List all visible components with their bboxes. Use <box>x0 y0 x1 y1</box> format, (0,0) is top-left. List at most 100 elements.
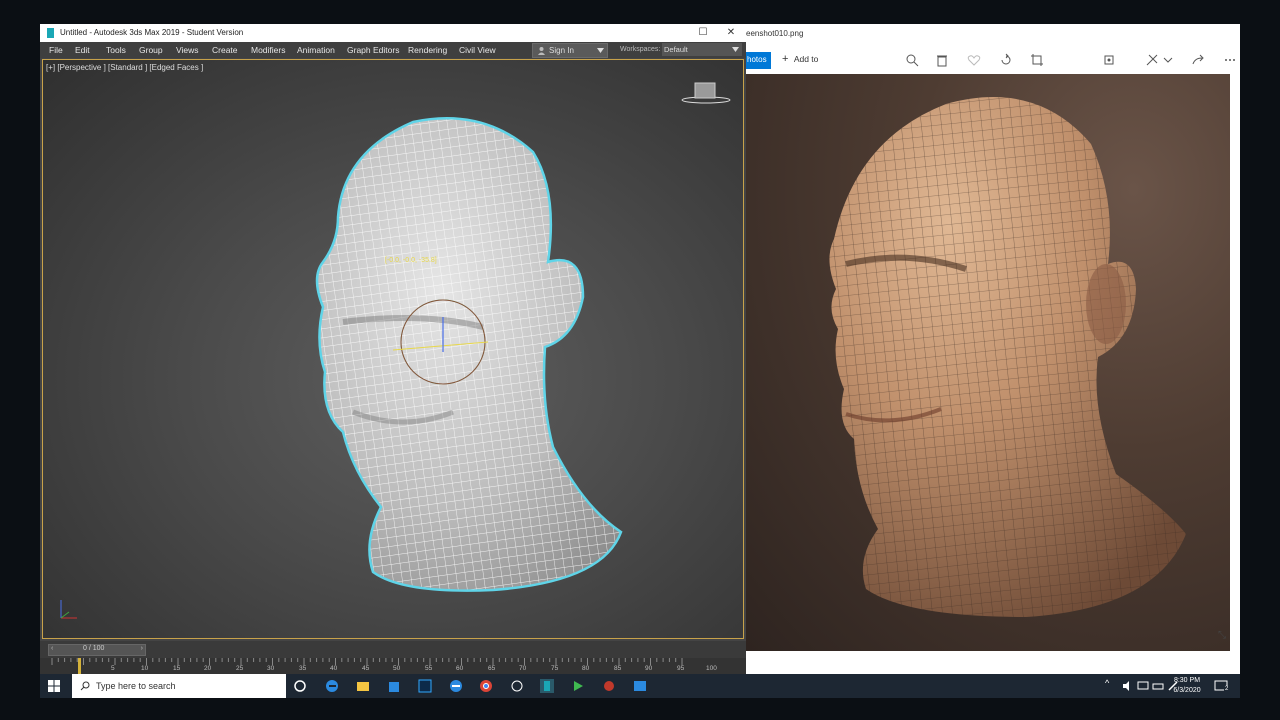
clock-date: 6/3/2020 <box>1173 687 1201 694</box>
tick-label: 15 <box>173 665 181 672</box>
windows-taskbar: Type here to search ^ 8:30 PM 6/3/2020 2 <box>40 674 1240 698</box>
photos-taskbar-icon[interactable] <box>632 678 648 694</box>
frame-ruler[interactable]: 5 10 15 20 25 30 35 40 45 50 55 60 65 70… <box>40 658 746 674</box>
keyboard-icon[interactable] <box>1150 678 1166 694</box>
time-slider[interactable]: ‹ 0 / 100 › <box>48 644 146 656</box>
3dsmax-taskbar-icon[interactable] <box>539 678 555 694</box>
tick-label: 65 <box>488 665 496 672</box>
tick-label: 30 <box>267 665 275 672</box>
time-slider-label: 0 / 100 <box>83 645 105 652</box>
max-window-title: Untitled - Autodesk 3ds Max 2019 - Stude… <box>60 28 244 37</box>
app-icon[interactable] <box>448 678 464 694</box>
tick-label: 90 <box>645 665 653 672</box>
user-icon <box>538 47 545 55</box>
store-icon[interactable] <box>386 678 402 694</box>
share-icon[interactable] <box>1190 52 1206 68</box>
add-to-button[interactable]: + Add to <box>782 53 818 65</box>
menu-graph-editors[interactable]: Graph Editors <box>347 45 399 55</box>
tick-label: 100 <box>706 665 717 672</box>
tick-label: 20 <box>204 665 212 672</box>
recorder-icon[interactable] <box>601 678 617 694</box>
tick-label: 85 <box>614 665 622 672</box>
menu-edit[interactable]: Edit <box>75 45 90 55</box>
chevron-left-icon[interactable]: ‹ <box>51 645 53 652</box>
sign-in-label: Sign In <box>549 46 574 55</box>
sign-in-dropdown[interactable]: Sign In <box>532 43 608 58</box>
3dsmax-app-icon <box>47 28 54 38</box>
tick-label: 40 <box>330 665 338 672</box>
chevron-up-icon[interactable]: ^ <box>1105 678 1121 694</box>
volume-icon[interactable] <box>1120 678 1136 694</box>
clock-time: 8:30 PM <box>1173 677 1201 684</box>
workspace-dropdown[interactable]: Default <box>662 43 742 56</box>
max-titlebar[interactable]: Untitled - Autodesk 3ds Max 2019 - Stude… <box>40 24 746 42</box>
menu-tools[interactable]: Tools <box>106 45 126 55</box>
windows-start-icon[interactable] <box>48 680 60 692</box>
rotate-icon[interactable] <box>998 52 1014 68</box>
search-icon <box>80 681 90 691</box>
slideshow-icon[interactable] <box>1101 52 1117 68</box>
add-to-label: Add to <box>793 54 819 64</box>
photoshop-icon[interactable] <box>417 678 433 694</box>
more-icon[interactable] <box>1222 52 1238 68</box>
heart-icon[interactable] <box>966 52 982 68</box>
photos-window-title: eenshot010.png <box>746 29 804 38</box>
workspace-value: Default <box>664 45 688 54</box>
tick-label: 60 <box>456 665 464 672</box>
zoom-icon[interactable] <box>904 52 920 68</box>
perspective-viewport[interactable]: [+] [Perspective ] [Standard ] [Edged Fa… <box>42 59 744 639</box>
cortana-icon[interactable] <box>292 678 308 694</box>
menu-views[interactable]: Views <box>176 45 199 55</box>
app-icon[interactable] <box>509 678 525 694</box>
viewcube-icon[interactable] <box>681 80 731 106</box>
tick-label: 50 <box>393 665 401 672</box>
search-placeholder: Type here to search <box>96 681 176 691</box>
workspaces-label: Workspaces: <box>620 46 661 53</box>
chevron-right-icon[interactable]: › <box>141 645 143 652</box>
tick-label: 35 <box>299 665 307 672</box>
delete-icon[interactable] <box>934 52 950 68</box>
edge-icon[interactable] <box>324 678 340 694</box>
tick-label: 75 <box>551 665 559 672</box>
menu-group[interactable]: Group <box>139 45 163 55</box>
tick-label: 80 <box>582 665 590 672</box>
menu-create[interactable]: Create <box>212 45 238 55</box>
tick-label: 95 <box>677 665 685 672</box>
head-render-image <box>829 97 1186 618</box>
chevron-down-icon[interactable] <box>1160 52 1176 68</box>
file-explorer-icon[interactable] <box>355 678 371 694</box>
resize-grip-icon[interactable]: ⤡ <box>1218 630 1226 641</box>
tick-label: 45 <box>362 665 370 672</box>
menu-animation[interactable]: Animation <box>297 45 335 55</box>
photos-window: eenshot010.png hotos + Add to ⤡ <box>746 24 1240 674</box>
tick-label: 10 <box>141 665 149 672</box>
axis-tripod-icon <box>60 600 77 619</box>
reference-photo[interactable]: ⤡ <box>746 74 1230 651</box>
time-cursor[interactable] <box>78 658 81 674</box>
maximize-icon[interactable]: ☐ <box>692 26 714 40</box>
crop-icon[interactable] <box>1029 52 1045 68</box>
chevron-down-icon <box>597 48 604 53</box>
viewport-label[interactable]: [+] [Perspective ] [Standard ] [Edged Fa… <box>46 63 203 72</box>
max-menubar: File Edit Tools Group Views Create Modif… <box>40 42 746 58</box>
chevron-down-icon <box>732 47 739 52</box>
transform-coordinate-readout: [-0.0, -0.0, -35.8] <box>385 257 437 264</box>
chrome-icon[interactable] <box>478 678 494 694</box>
network-icon[interactable] <box>1135 678 1151 694</box>
3dsmax-window: Untitled - Autodesk 3ds Max 2019 - Stude… <box>40 24 746 674</box>
close-icon[interactable]: ✕ <box>720 26 742 40</box>
photos-tab[interactable]: hotos <box>746 52 771 69</box>
tick-label: 25 <box>236 665 244 672</box>
taskbar-search-box[interactable]: Type here to search <box>72 674 286 698</box>
menu-rendering[interactable]: Rendering <box>408 45 447 55</box>
timeline: ‹ 0 / 100 › 5 10 15 20 25 30 35 40 45 50… <box>40 641 746 674</box>
media-player-icon[interactable] <box>570 678 586 694</box>
menu-modifiers[interactable]: Modifiers <box>251 45 285 55</box>
menu-file[interactable]: File <box>49 45 63 55</box>
tick-label: 5 <box>111 665 115 672</box>
tick-label: 70 <box>519 665 527 672</box>
taskbar-clock[interactable]: 8:30 PM 6/3/2020 <box>1170 676 1204 696</box>
edit-create-icon[interactable] <box>1144 52 1160 68</box>
menu-civil-view[interactable]: Civil View <box>459 45 496 55</box>
head-wireframe-model[interactable] <box>283 112 633 622</box>
